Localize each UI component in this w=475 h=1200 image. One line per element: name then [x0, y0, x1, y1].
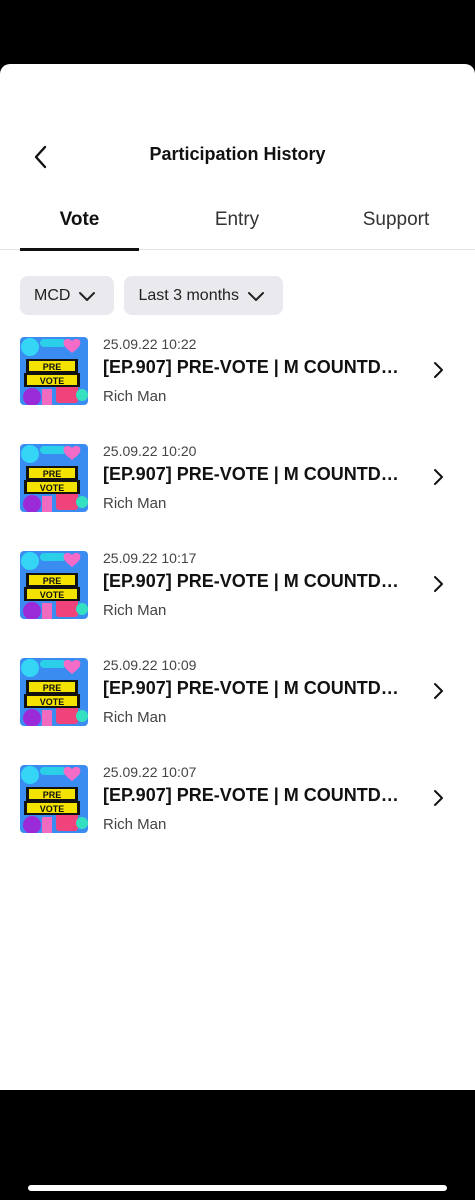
- page-title: Participation History: [149, 144, 326, 164]
- program-filter-label: MCD: [34, 286, 71, 304]
- item-date: 25.09.22 10:17: [103, 550, 197, 566]
- history-list-item[interactable]: PRE VOTE 25.09.22 10:22 [EP.907] PRE-VOT…: [0, 330, 475, 437]
- header: Participation History: [0, 64, 475, 184]
- thumbnail-line1: PRE: [43, 790, 62, 800]
- item-date: 25.09.22 10:20: [103, 443, 197, 459]
- pre-vote-thumbnail: PRE VOTE: [20, 658, 88, 726]
- thumbnail-line2: VOTE: [40, 804, 65, 814]
- thumbnail-line2: VOTE: [40, 697, 65, 707]
- period-filter-label: Last 3 months: [138, 286, 239, 304]
- tab-vote[interactable]: Vote: [20, 200, 139, 251]
- participation-history-sheet: Participation History Vote Entry Support…: [0, 64, 475, 1090]
- thumbnail-line2: VOTE: [40, 376, 65, 386]
- item-subtitle: Rich Man: [103, 816, 167, 833]
- thumbnail-line2: VOTE: [40, 590, 65, 600]
- tab-entry[interactable]: Entry: [177, 200, 297, 250]
- item-title: [EP.907] PRE-VOTE | M COUNTDOWN: [103, 678, 408, 698]
- chevron-down-icon: [247, 291, 264, 301]
- history-list-item[interactable]: PRE VOTE 25.09.22 10:20 [EP.907] PRE-VOT…: [0, 437, 475, 544]
- pre-vote-thumbnail: PRE VOTE: [20, 444, 88, 512]
- thumbnail-line1: PRE: [43, 683, 62, 693]
- chevron-right-icon: [434, 576, 443, 592]
- chevron-right-icon: [434, 469, 443, 485]
- item-subtitle: Rich Man: [103, 602, 167, 619]
- item-date: 25.09.22 10:09: [103, 657, 197, 673]
- tab-support[interactable]: Support: [336, 200, 456, 250]
- history-list: PRE VOTE 25.09.22 10:22 [EP.907] PRE-VOT…: [0, 330, 475, 865]
- pre-vote-thumbnail: PRE VOTE: [20, 551, 88, 619]
- item-title: [EP.907] PRE-VOTE | M COUNTDOWN: [103, 571, 408, 591]
- chevron-right-icon: [434, 683, 443, 699]
- item-title: [EP.907] PRE-VOTE | M COUNTDOWN: [103, 357, 408, 377]
- home-indicator[interactable]: [28, 1185, 447, 1191]
- item-date: 25.09.22 10:07: [103, 764, 197, 780]
- period-filter-dropdown[interactable]: Last 3 months: [124, 276, 283, 315]
- filter-bar: MCD Last 3 months: [20, 276, 283, 316]
- chevron-right-icon: [434, 362, 443, 378]
- thumbnail-line1: PRE: [43, 469, 62, 479]
- thumbnail-line1: PRE: [43, 362, 62, 372]
- pre-vote-thumbnail: PRE VOTE: [20, 337, 88, 405]
- item-subtitle: Rich Man: [103, 709, 167, 726]
- item-subtitle: Rich Man: [103, 388, 167, 405]
- chevron-right-icon: [434, 790, 443, 806]
- pre-vote-thumbnail: PRE VOTE: [20, 765, 88, 833]
- item-title: [EP.907] PRE-VOTE | M COUNTDOWN: [103, 464, 408, 484]
- program-filter-dropdown[interactable]: MCD: [20, 276, 115, 315]
- item-title: [EP.907] PRE-VOTE | M COUNTDOWN: [103, 785, 408, 805]
- chevron-down-icon: [79, 291, 96, 301]
- history-list-item[interactable]: PRE VOTE 25.09.22 10:09 [EP.907] PRE-VOT…: [0, 651, 475, 758]
- item-subtitle: Rich Man: [103, 495, 167, 512]
- item-date: 25.09.22 10:22: [103, 336, 197, 352]
- tab-bar: Vote Entry Support: [0, 200, 475, 251]
- history-list-item[interactable]: PRE VOTE 25.09.22 10:07 [EP.907] PRE-VOT…: [0, 758, 475, 865]
- history-list-item[interactable]: PRE VOTE 25.09.22 10:17 [EP.907] PRE-VOT…: [0, 544, 475, 651]
- thumbnail-line2: VOTE: [40, 483, 65, 493]
- thumbnail-line1: PRE: [43, 576, 62, 586]
